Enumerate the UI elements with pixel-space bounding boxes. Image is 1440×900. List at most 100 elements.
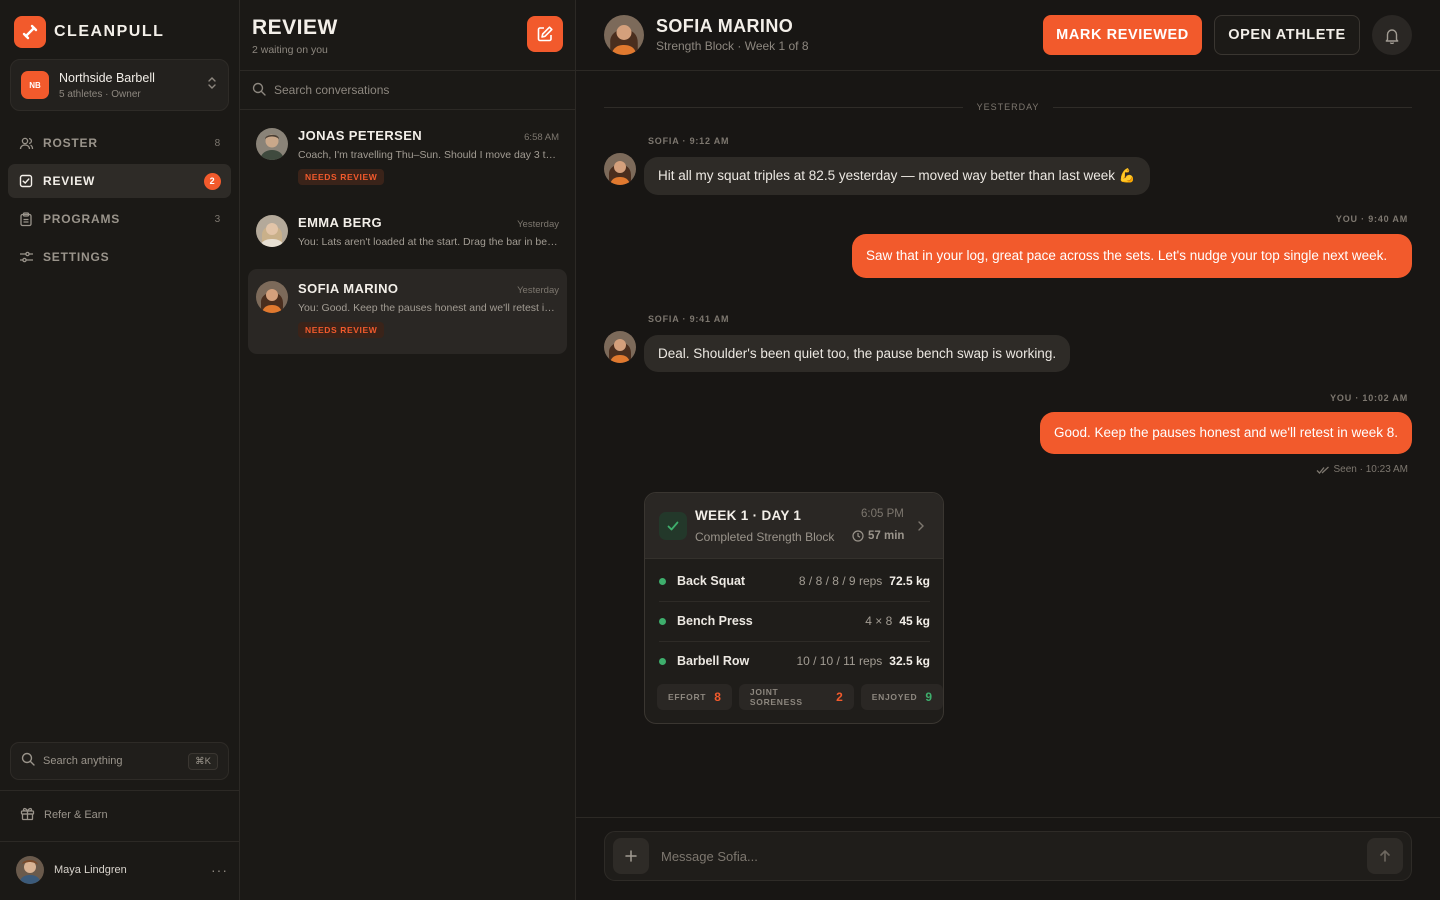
- conversation-time: Yesterday: [517, 285, 559, 296]
- nav-label: ROSTER: [43, 136, 98, 150]
- more-icon[interactable]: ···: [211, 862, 228, 878]
- attach-button[interactable]: [613, 838, 649, 874]
- workspace-badge: NB: [21, 71, 49, 99]
- edit-icon: [537, 26, 553, 42]
- global-search-button[interactable]: Search anything ⌘K: [10, 742, 229, 780]
- mark-reviewed-button[interactable]: MARK REVIEWED: [1043, 15, 1202, 55]
- avatar[interactable]: [604, 15, 644, 55]
- barbell-icon: [14, 16, 46, 48]
- review-count-badge: 2: [204, 172, 221, 190]
- workspace-switcher[interactable]: NB Northside Barbell 5 athletes · Owner: [10, 59, 229, 111]
- message-bubble-outgoing: Good. Keep the pauses honest and we'll r…: [1039, 412, 1412, 454]
- duration-value: 57 min: [868, 530, 905, 542]
- exercise-row: Back Squat 8 / 8 / 8 / 9 reps 72.5 kg: [659, 571, 930, 591]
- conversation-list-panel: REVIEW 2 waiting on you Search conversat…: [240, 0, 576, 900]
- rating-label: EFFORT: [668, 692, 707, 702]
- refer-earn-link[interactable]: Refer & Earn: [20, 806, 108, 824]
- divider: [0, 790, 240, 791]
- nav-item-review[interactable]: REVIEW 2: [8, 164, 231, 198]
- workspace-name: Northside Barbell: [59, 70, 155, 85]
- main-nav: ROSTER 8 REVIEW 2 PROGRAMS 3 SETTINGS: [8, 126, 231, 278]
- seen-label: Seen · 10:23 AM: [1333, 464, 1409, 475]
- list-title: REVIEW: [252, 16, 338, 39]
- thread-header: SOFIA MARINO Strength Block · Week 1 of …: [576, 0, 1440, 71]
- nav-item-settings[interactable]: SETTINGS: [8, 240, 231, 274]
- refer-label: Refer & Earn: [44, 809, 108, 821]
- nav-item-programs[interactable]: PROGRAMS 3: [8, 202, 231, 236]
- needs-review-badge: NEEDS REVIEW: [298, 322, 385, 338]
- open-athlete-button[interactable]: OPEN ATHLETE: [1214, 15, 1360, 55]
- double-check-icon: [1316, 466, 1329, 474]
- nav-count: 3: [214, 213, 221, 225]
- avatar: [16, 856, 44, 884]
- notifications-button[interactable]: [1372, 15, 1412, 55]
- send-button[interactable]: [1367, 838, 1403, 874]
- conversation-item-jonas[interactable]: JONAS PETERSEN 6:58 AM Coach, I'm travel…: [248, 116, 567, 199]
- chevron-updown-icon: [206, 76, 218, 95]
- rating-label: ENJOYED: [871, 692, 918, 702]
- avatar: [256, 281, 288, 313]
- search-input[interactable]: Search conversations: [274, 83, 389, 97]
- conversation-search[interactable]: Search conversations: [240, 70, 575, 110]
- composer-area: [576, 817, 1440, 900]
- check-icon: [659, 512, 687, 540]
- workout-card-header[interactable]: WEEK 1 · DAY 1 6:05 PM Completed Strengt…: [645, 493, 943, 559]
- exercise-weight: 32.5 kg: [889, 654, 930, 668]
- arrow-up-icon: [1380, 850, 1390, 862]
- athlete-program: Strength Block · Week 1 of 8: [656, 39, 809, 53]
- conversation-time: Yesterday: [517, 219, 559, 230]
- status-dot: [659, 657, 666, 665]
- workspace-subtitle: 5 athletes · Owner: [59, 88, 141, 100]
- user-name: Maya Lindgren: [54, 864, 127, 876]
- status-dot: [659, 617, 666, 625]
- workout-summary-card[interactable]: WEEK 1 · DAY 1 6:05 PM Completed Strengt…: [644, 492, 944, 724]
- rating-value: 9: [925, 690, 932, 704]
- search-icon: [252, 82, 266, 99]
- workout-title: WEEK 1 · DAY 1: [695, 508, 802, 523]
- rating-label: JOINT SORENESS: [749, 687, 803, 707]
- session-ratings: EFFORT 8 JOINT SORENESS 2 ENJOYED 9: [657, 684, 943, 710]
- divider: [659, 641, 930, 642]
- exercise-weight: 72.5 kg: [889, 574, 930, 588]
- conversation-item-emma[interactable]: EMMA BERG Yesterday You: Lats aren't loa…: [248, 203, 567, 265]
- compose-button[interactable]: [527, 16, 563, 52]
- checkbox-icon: [18, 173, 34, 189]
- exercise-name: Barbell Row: [677, 654, 750, 668]
- exercise-name: Back Squat: [677, 574, 746, 588]
- shortcut-hint: ⌘K: [188, 752, 218, 770]
- list-subtitle: 2 waiting on you: [252, 44, 328, 56]
- conversation-preview: You: Lats aren't loaded at the start. Dr…: [298, 236, 559, 248]
- exercise-reps: 4 × 8: [865, 614, 893, 628]
- exercise-weight: 45 kg: [899, 614, 930, 628]
- exercise-reps: 10 / 10 / 11 reps: [796, 654, 883, 668]
- app-logo[interactable]: CLEANPULL: [14, 16, 164, 48]
- status-dot: [659, 577, 666, 585]
- conversation-preview: Coach, I'm travelling Thu–Sun. Should I …: [298, 149, 559, 161]
- message-bubble-incoming: Hit all my squat triples at 82.5 yesterd…: [644, 157, 1150, 195]
- gift-icon: [20, 806, 35, 824]
- user-menu[interactable]: Maya Lindgren ···: [16, 856, 228, 884]
- conversation-name: EMMA BERG: [298, 215, 383, 230]
- divider: [659, 601, 930, 602]
- rating-enjoyed: ENJOYED 9: [860, 684, 943, 710]
- message-input[interactable]: [661, 848, 1367, 864]
- avatar: [256, 215, 288, 247]
- seen-receipt: Seen · 10:23 AM: [1316, 464, 1409, 475]
- exercise-name: Bench Press: [677, 614, 753, 628]
- global-search-label: Search anything: [43, 755, 123, 767]
- app-name: CLEANPULL: [54, 23, 165, 40]
- divider: [0, 841, 240, 842]
- chevron-right-icon: [917, 519, 925, 537]
- conversation-preview: You: Good. Keep the pauses honest and we…: [298, 302, 559, 314]
- conversation-thread: SOFIA MARINO Strength Block · Week 1 of …: [576, 0, 1440, 900]
- message-meta: YOU · 9:40 AM: [1335, 214, 1408, 224]
- day-separator: YESTERDAY: [604, 100, 1413, 114]
- conversation-name: SOFIA MARINO: [298, 281, 399, 296]
- clock-icon: [852, 530, 864, 542]
- conversation-item-sofia[interactable]: SOFIA MARINO Yesterday You: Good. Keep t…: [248, 269, 567, 354]
- avatar: [604, 331, 636, 363]
- nav-item-roster[interactable]: ROSTER 8: [8, 126, 231, 160]
- nav-label: PROGRAMS: [43, 212, 121, 226]
- plus-icon: [625, 850, 637, 862]
- exercise-row: Bench Press 4 × 8 45 kg: [659, 611, 930, 631]
